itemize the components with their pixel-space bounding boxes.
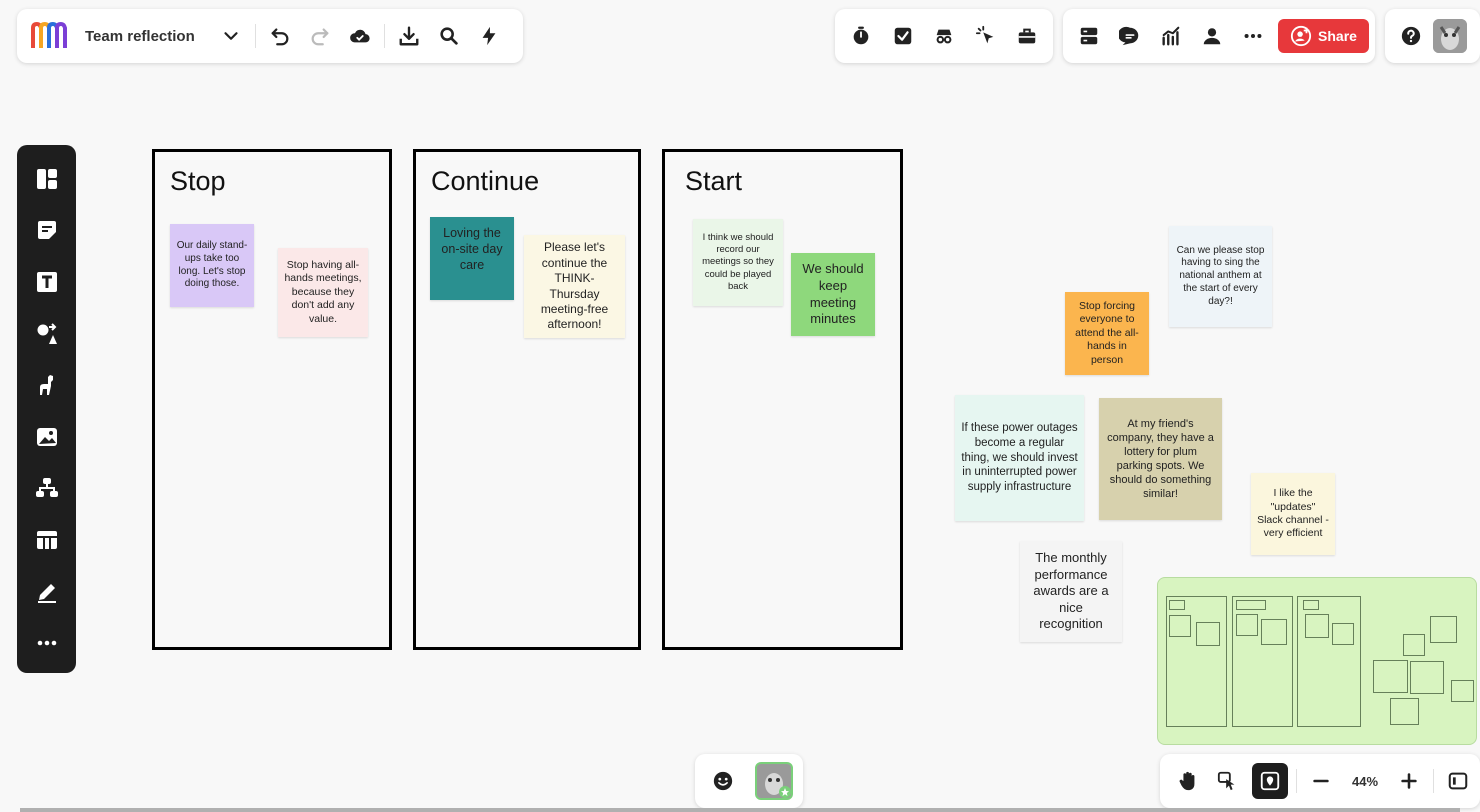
table-icon[interactable]	[25, 518, 69, 562]
undo-icon[interactable]	[264, 20, 296, 52]
sticky-text: We should keep meeting minutes	[802, 261, 864, 327]
collaborator-avatar[interactable]	[755, 762, 793, 800]
add-user-icon	[1290, 25, 1312, 47]
collaboration-tools	[835, 9, 1053, 63]
timer-icon[interactable]	[845, 20, 877, 52]
redo-icon[interactable]	[304, 20, 336, 52]
minimap[interactable]	[1157, 577, 1477, 745]
frame-title: Start	[685, 166, 743, 196]
voting-icon[interactable]	[887, 20, 919, 52]
sticky-text: At my friend's company, they have a lott…	[1107, 417, 1214, 501]
minimap-sticky	[1305, 614, 1329, 638]
sticky-note[interactable]: We should keep meeting minutes	[791, 253, 875, 336]
minimap-sticky	[1169, 615, 1191, 637]
minimap-sticky	[1169, 600, 1185, 610]
card-list-icon[interactable]	[1073, 20, 1105, 52]
comment-icon[interactable]	[1114, 20, 1146, 52]
horizontal-scrollbar[interactable]	[20, 808, 1460, 812]
more-tools-icon[interactable]	[25, 621, 69, 665]
minimap-sticky	[1373, 660, 1408, 693]
sticky-text: I like the "updates" Slack channel - ver…	[1257, 487, 1329, 540]
sticky-note[interactable]: Stop forcing everyone to attend the all-…	[1065, 292, 1149, 375]
user-panel	[1385, 9, 1480, 63]
fit-screen-icon[interactable]	[1442, 765, 1474, 797]
minimap-sticky	[1430, 616, 1457, 643]
help-icon[interactable]	[1395, 20, 1427, 52]
board-toolbar: Team reflection	[17, 9, 523, 63]
sticky-note[interactable]: Stop having all-hands meetings, because …	[278, 248, 368, 337]
toolbar-divider	[1296, 769, 1297, 793]
sticky-text: The monthly performance awards are a nic…	[1033, 549, 1109, 632]
lightning-icon[interactable]	[473, 20, 505, 52]
mind-map-icon[interactable]	[25, 467, 69, 511]
sticky-text: Please let's continue the THINK-Thursday…	[540, 240, 609, 332]
sticky-note[interactable]: Our daily stand-ups take too long. Let's…	[170, 224, 254, 307]
share-button[interactable]: Share	[1278, 19, 1369, 53]
frame-title: Stop	[170, 166, 226, 196]
minimap-sticky	[1332, 623, 1354, 645]
toolbar-divider	[384, 24, 385, 48]
sticky-text: Stop having all-hands meetings, because …	[284, 258, 362, 325]
miro-logo-icon[interactable]	[29, 20, 69, 52]
minimap-sticky	[1261, 619, 1287, 645]
sticky-text: I think we should record our meetings so…	[702, 232, 774, 292]
zoom-in-icon[interactable]	[1393, 765, 1425, 797]
zoom-panel: 44%	[1160, 754, 1480, 808]
search-icon[interactable]	[433, 20, 465, 52]
minimap-sticky	[1403, 634, 1425, 656]
emoji-reaction-icon[interactable]	[707, 765, 739, 797]
more-options-icon[interactable]	[1237, 20, 1269, 52]
toolbox-icon[interactable]	[1011, 20, 1043, 52]
avatar[interactable]	[1433, 19, 1467, 53]
reactions-panel	[695, 754, 803, 808]
private-mode-icon[interactable]	[928, 20, 960, 52]
sticky-note-icon[interactable]	[25, 209, 69, 253]
minimap-sticky	[1236, 600, 1266, 610]
user-icon[interactable]	[1196, 20, 1228, 52]
sticky-note[interactable]: If these power outages become a regular …	[955, 395, 1084, 521]
sticky-text: Loving the on-site day care	[441, 226, 503, 272]
toolbar-divider	[255, 24, 256, 48]
sticky-note[interactable]: Loving the on-site day care	[430, 217, 514, 300]
sticky-note[interactable]: At my friend's company, they have a lott…	[1099, 398, 1222, 520]
sticky-note[interactable]: Can we please stop having to sing the na…	[1169, 226, 1272, 327]
cursor-attention-icon[interactable]	[970, 20, 1002, 52]
sticky-note[interactable]: The monthly performance awards are a nic…	[1020, 541, 1122, 642]
chevron-down-icon[interactable]	[215, 20, 247, 52]
download-icon[interactable]	[393, 20, 425, 52]
sticky-note[interactable]: Please let's continue the THINK-Thursday…	[524, 235, 625, 338]
sticky-text: If these power outages become a regular …	[961, 422, 1078, 494]
sticky-text: Our daily stand-ups take too long. Let's…	[176, 239, 248, 290]
frame-title: Continue	[431, 166, 540, 196]
shapes-icon[interactable]	[25, 312, 69, 356]
cloud-sync-icon[interactable]	[344, 20, 376, 52]
llama-icon[interactable]	[25, 363, 69, 407]
templates-icon[interactable]	[25, 157, 69, 201]
hand-pan-icon[interactable]	[1172, 765, 1204, 797]
sticky-text: Stop forcing everyone to attend the all-…	[1075, 299, 1139, 366]
share-label: Share	[1318, 28, 1357, 44]
minimap-sticky	[1236, 614, 1258, 636]
minimap-sticky	[1451, 680, 1474, 702]
image-icon[interactable]	[25, 415, 69, 459]
minimap-sticky	[1410, 661, 1444, 694]
sticky-note[interactable]: I think we should record our meetings so…	[693, 219, 783, 306]
minimap-sticky	[1303, 600, 1319, 610]
minimap-sticky	[1390, 698, 1419, 725]
board-actions: Share	[1063, 9, 1375, 63]
pen-icon[interactable]	[25, 570, 69, 614]
zoom-level[interactable]: 44%	[1347, 774, 1383, 789]
creation-toolbar	[17, 145, 76, 673]
text-icon[interactable]	[25, 260, 69, 304]
toolbar-divider	[1433, 769, 1434, 793]
activity-chart-icon[interactable]	[1155, 20, 1187, 52]
zoom-out-icon[interactable]	[1305, 765, 1337, 797]
map-toggle-icon[interactable]	[1252, 763, 1288, 799]
board-title[interactable]: Team reflection	[85, 28, 215, 45]
sticky-note[interactable]: I like the "updates" Slack channel - ver…	[1251, 473, 1335, 555]
touch-select-icon[interactable]	[1212, 765, 1244, 797]
sticky-text: Can we please stop having to sing the na…	[1176, 244, 1265, 307]
minimap-sticky	[1196, 622, 1220, 646]
